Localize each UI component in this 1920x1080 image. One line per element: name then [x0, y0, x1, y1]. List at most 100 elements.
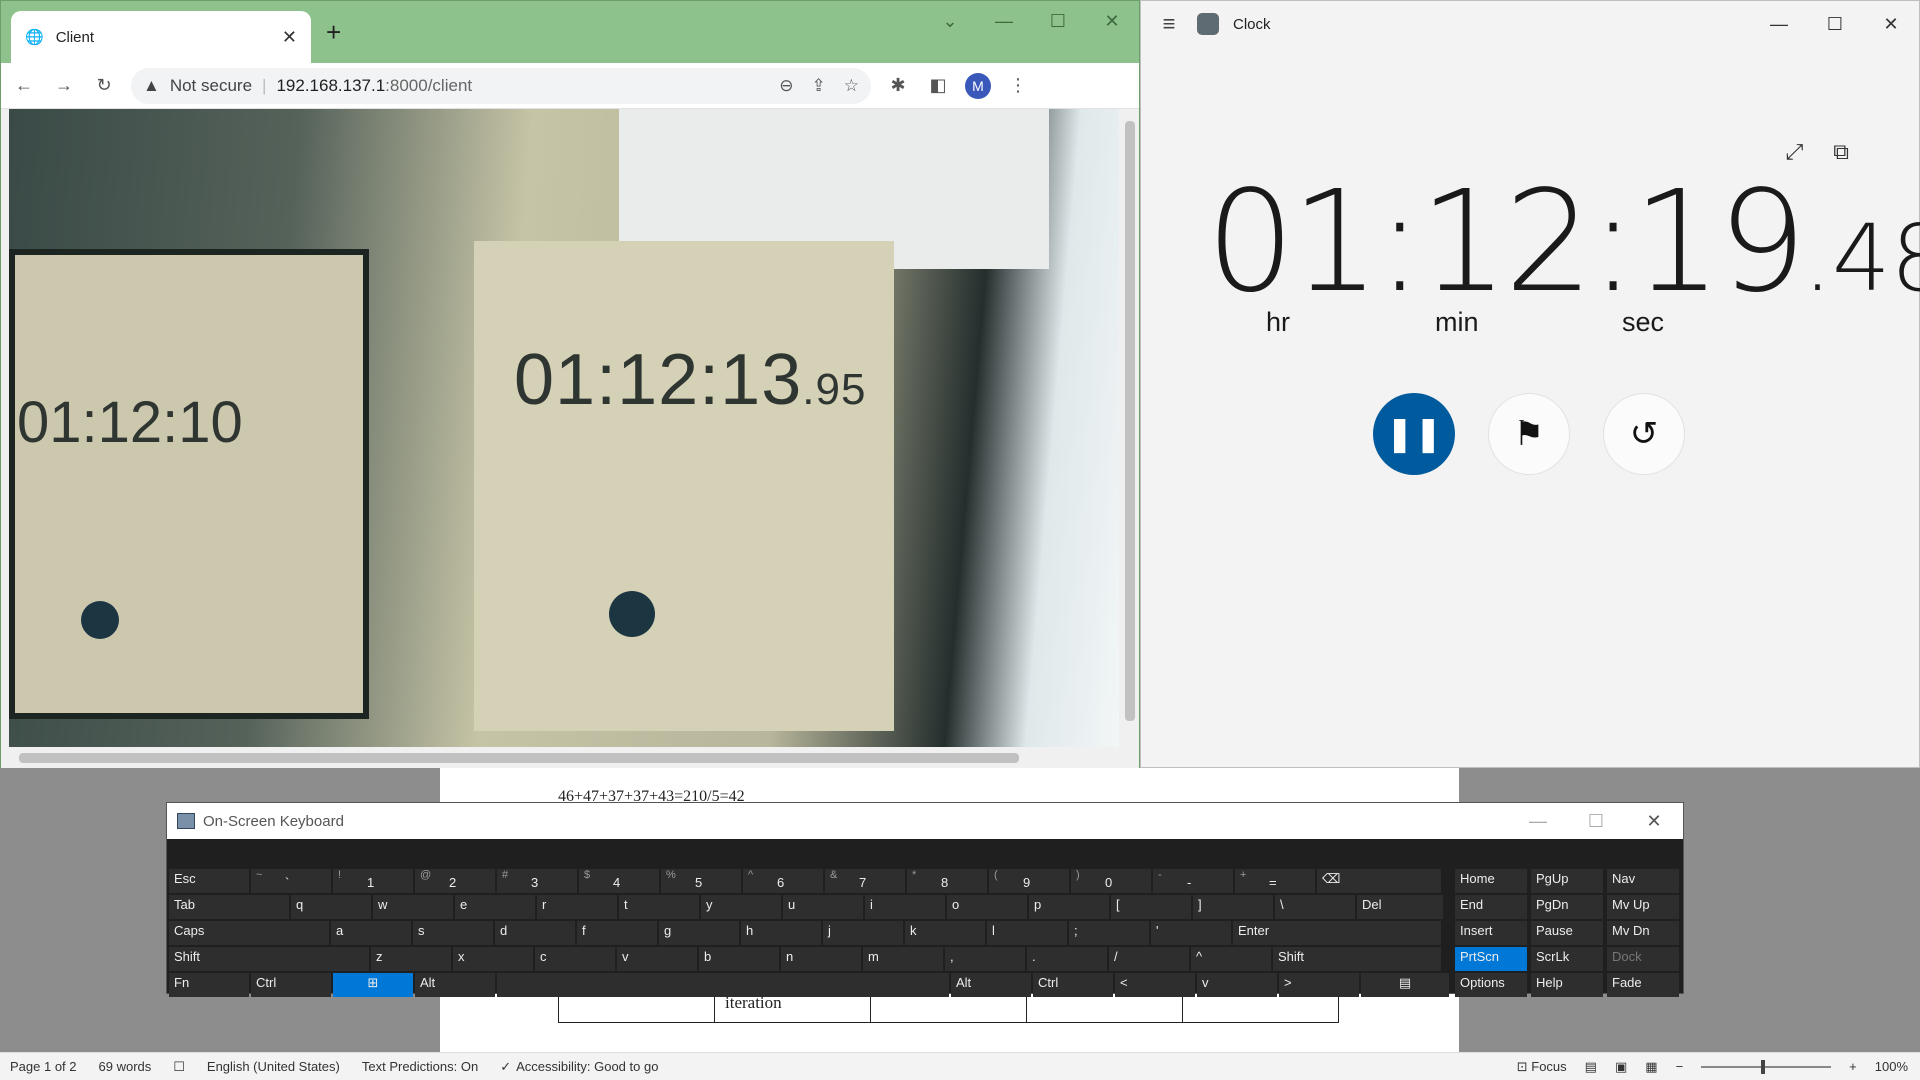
key-dock[interactable]: Dock — [1607, 947, 1679, 971]
key-0[interactable]: ) 0 — [1071, 869, 1151, 893]
key-home[interactable]: Home — [1455, 869, 1527, 893]
key-options[interactable]: Options — [1455, 973, 1527, 997]
key-semicolon[interactable]: ; — [1069, 921, 1149, 945]
key-shift-left[interactable]: Shift — [169, 947, 369, 971]
key-i[interactable]: i — [865, 895, 945, 919]
address-bar[interactable]: ▲ Not secure | 192.168.137.1:8000/client… — [131, 67, 871, 104]
key-7[interactable]: & 7 — [825, 869, 905, 893]
key-5[interactable]: % 5 — [661, 869, 741, 893]
text-predictions-status[interactable]: Text Predictions: On — [362, 1059, 478, 1074]
key-n[interactable]: n — [781, 947, 861, 971]
key-l[interactable]: l — [987, 921, 1067, 945]
key-equals[interactable]: + = — [1235, 869, 1315, 893]
key-pause[interactable]: Pause — [1531, 921, 1603, 945]
browser-tab[interactable]: 🌐 Client ✕ — [11, 11, 311, 63]
key-s[interactable]: s — [413, 921, 493, 945]
vertical-scroll-thumb[interactable] — [1125, 121, 1135, 721]
key-pgup[interactable]: PgUp — [1531, 869, 1603, 893]
back-icon[interactable]: ← — [11, 73, 37, 99]
backspace-key[interactable]: ⌫ — [1317, 869, 1441, 893]
hamburger-menu-icon[interactable]: ≡ — [1141, 11, 1197, 37]
key-w[interactable]: w — [373, 895, 453, 919]
key-prtscn[interactable]: PrtScn — [1455, 947, 1527, 971]
key-c[interactable]: c — [535, 947, 615, 971]
new-tab-button[interactable]: + — [326, 17, 341, 48]
key-menu[interactable]: ▤ — [1361, 973, 1449, 997]
key-x[interactable]: x — [453, 947, 533, 971]
key-comma[interactable]: , — [945, 947, 1025, 971]
key-alt-right[interactable]: Alt — [951, 973, 1031, 997]
accessibility-status[interactable]: ✓ Accessibility: Good to go — [500, 1059, 658, 1075]
key-8[interactable]: * 8 — [907, 869, 987, 893]
key-alt-left[interactable]: Alt — [415, 973, 495, 997]
key-help[interactable]: Help — [1531, 973, 1603, 997]
chrome-menu-icon[interactable]: ⋮ — [1005, 73, 1031, 99]
zoom-slider[interactable] — [1701, 1059, 1832, 1074]
forward-icon[interactable]: → — [51, 73, 77, 99]
zoom-in-icon[interactable]: + — [1849, 1059, 1857, 1074]
key-y[interactable]: y — [701, 895, 781, 919]
zoom-out-icon[interactable]: − — [1676, 1059, 1684, 1074]
key-ctrl-left[interactable]: Ctrl — [251, 973, 331, 997]
share-icon[interactable]: ⇪ — [812, 76, 826, 96]
key-enter[interactable]: Enter — [1233, 921, 1441, 945]
horizontal-scroll-thumb[interactable] — [19, 753, 1019, 763]
key-ctrl-right[interactable]: Ctrl — [1033, 973, 1113, 997]
close-icon[interactable]: ✕ — [1625, 811, 1683, 832]
key-z[interactable]: z — [371, 947, 451, 971]
key-quote[interactable]: ' — [1151, 921, 1231, 945]
key-4[interactable]: $4 — [579, 869, 659, 893]
key-q[interactable]: q — [291, 895, 371, 919]
url-text[interactable]: 192.168.137.1:8000/client — [276, 76, 472, 96]
maximize-icon[interactable]: ☐ — [1807, 14, 1863, 35]
minimize-icon[interactable]: — — [977, 1, 1031, 41]
print-layout-icon[interactable]: ▣ — [1615, 1059, 1627, 1075]
key-fn[interactable]: Fn — [169, 973, 249, 997]
key-f[interactable]: f — [577, 921, 657, 945]
pause-button[interactable]: ❚❚ — [1373, 393, 1455, 475]
close-icon[interactable]: ✕ — [1863, 14, 1919, 35]
key-fade[interactable]: Fade — [1607, 973, 1679, 997]
key-o[interactable]: o — [947, 895, 1027, 919]
key-down-arrow[interactable]: v — [1197, 973, 1277, 997]
key-1[interactable]: ! 1 — [333, 869, 413, 893]
key-mv-up[interactable]: Mv Up — [1607, 895, 1679, 919]
page-count[interactable]: Page 1 of 2 — [10, 1059, 77, 1074]
close-tab-icon[interactable]: ✕ — [282, 27, 297, 48]
key-space[interactable] — [497, 973, 949, 997]
bookmark-star-icon[interactable]: ☆ — [844, 76, 859, 96]
lap-button[interactable]: ⚑ — [1488, 393, 1570, 475]
maximize-icon[interactable]: ☐ — [1031, 1, 1085, 41]
focus-mode-button[interactable]: ⊡ Focus — [1517, 1059, 1567, 1075]
key-m[interactable]: m — [863, 947, 943, 971]
key-scrlk[interactable]: ScrLk — [1531, 947, 1603, 971]
key-t[interactable]: t — [619, 895, 699, 919]
key-esc[interactable]: Esc — [169, 869, 249, 893]
key-j[interactable]: j — [823, 921, 903, 945]
key-minus[interactable]: -- — [1153, 869, 1233, 893]
key-k[interactable]: k — [905, 921, 985, 945]
web-layout-icon[interactable]: ▦ — [1645, 1059, 1657, 1075]
key-shift-right[interactable]: Shift — [1273, 947, 1441, 971]
key-left-arrow[interactable]: < — [1115, 973, 1195, 997]
word-count[interactable]: 69 words — [99, 1059, 152, 1074]
key-a[interactable]: a — [331, 921, 411, 945]
key-right-bracket[interactable]: ] — [1193, 895, 1273, 919]
security-label[interactable]: Not secure — [170, 76, 252, 96]
reset-button[interactable]: ↺ — [1603, 393, 1685, 475]
key-tab[interactable]: Tab — [169, 895, 289, 919]
minimize-icon[interactable]: — — [1509, 811, 1567, 832]
key-3[interactable]: #3 — [497, 869, 577, 893]
close-icon[interactable]: ✕ — [1085, 1, 1139, 41]
key-u[interactable]: u — [783, 895, 863, 919]
extensions-icon[interactable]: ✱ — [885, 73, 911, 99]
proofing-icon[interactable]: ☐ — [173, 1059, 185, 1075]
key-d[interactable]: d — [495, 921, 575, 945]
key-e[interactable]: e — [455, 895, 535, 919]
key-end[interactable]: End — [1455, 895, 1527, 919]
read-mode-icon[interactable]: ▤ — [1585, 1059, 1597, 1075]
key-r[interactable]: r — [537, 895, 617, 919]
key-nav[interactable]: Nav — [1607, 869, 1679, 893]
profile-avatar[interactable]: M — [965, 72, 991, 99]
zoom-level[interactable]: 100% — [1875, 1059, 1908, 1074]
